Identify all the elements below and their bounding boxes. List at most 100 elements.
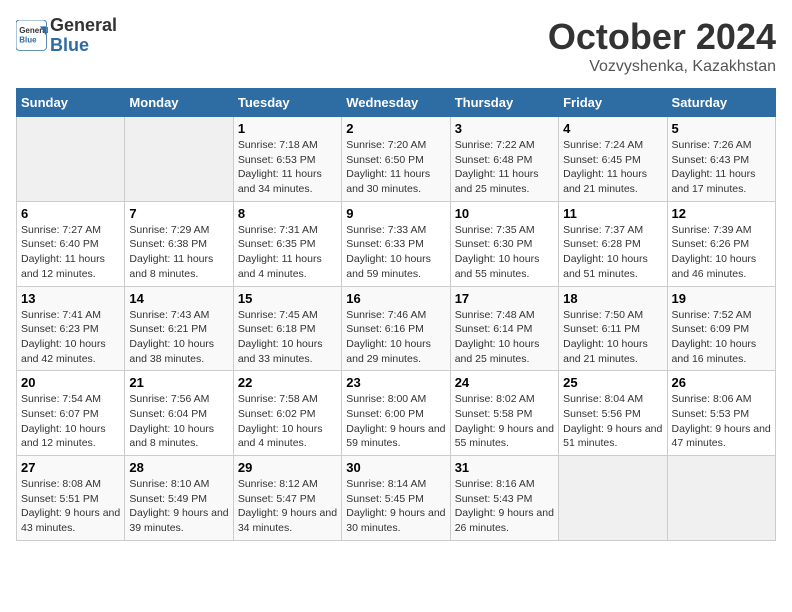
day-number: 30 — [346, 460, 445, 475]
title-block: October 2024 Vozvyshenka, Kazakhstan — [548, 16, 776, 76]
logo-text: General Blue — [50, 16, 117, 56]
day-info: Sunrise: 8:16 AMSunset: 5:43 PMDaylight:… — [455, 477, 554, 536]
week-row-2: 6 Sunrise: 7:27 AMSunset: 6:40 PMDaylight… — [17, 201, 776, 286]
day-cell — [667, 456, 775, 541]
day-cell: 28 Sunrise: 8:10 AMSunset: 5:49 PMDayligh… — [125, 456, 233, 541]
day-number: 28 — [129, 460, 228, 475]
day-cell: 9 Sunrise: 7:33 AMSunset: 6:33 PMDaylight… — [342, 201, 450, 286]
day-number: 5 — [672, 121, 771, 136]
day-number: 25 — [563, 375, 662, 390]
location: Vozvyshenka, Kazakhstan — [548, 58, 776, 76]
day-number: 8 — [238, 206, 337, 221]
day-info: Sunrise: 8:14 AMSunset: 5:45 PMDaylight:… — [346, 477, 445, 536]
day-info: Sunrise: 7:22 AMSunset: 6:48 PMDaylight:… — [455, 138, 554, 197]
day-info: Sunrise: 8:02 AMSunset: 5:58 PMDaylight:… — [455, 392, 554, 451]
day-number: 2 — [346, 121, 445, 136]
day-number: 15 — [238, 291, 337, 306]
week-row-3: 13 Sunrise: 7:41 AMSunset: 6:23 PMDayligh… — [17, 286, 776, 371]
header-cell-friday: Friday — [559, 89, 667, 117]
day-cell: 17 Sunrise: 7:48 AMSunset: 6:14 PMDayligh… — [450, 286, 558, 371]
day-info: Sunrise: 7:50 AMSunset: 6:11 PMDaylight:… — [563, 308, 662, 367]
day-cell: 19 Sunrise: 7:52 AMSunset: 6:09 PMDayligh… — [667, 286, 775, 371]
day-info: Sunrise: 8:06 AMSunset: 5:53 PMDaylight:… — [672, 392, 771, 451]
header-cell-saturday: Saturday — [667, 89, 775, 117]
day-cell — [17, 117, 125, 202]
day-number: 26 — [672, 375, 771, 390]
day-info: Sunrise: 7:18 AMSunset: 6:53 PMDaylight:… — [238, 138, 337, 197]
day-cell: 4 Sunrise: 7:24 AMSunset: 6:45 PMDaylight… — [559, 117, 667, 202]
day-number: 13 — [21, 291, 120, 306]
day-number: 18 — [563, 291, 662, 306]
day-number: 9 — [346, 206, 445, 221]
day-info: Sunrise: 7:24 AMSunset: 6:45 PMDaylight:… — [563, 138, 662, 197]
day-cell: 26 Sunrise: 8:06 AMSunset: 5:53 PMDayligh… — [667, 371, 775, 456]
day-info: Sunrise: 8:00 AMSunset: 6:00 PMDaylight:… — [346, 392, 445, 451]
day-number: 3 — [455, 121, 554, 136]
day-cell: 25Sunrise: 8:04 AMSunset: 5:56 PMDayligh… — [559, 371, 667, 456]
header-cell-tuesday: Tuesday — [233, 89, 341, 117]
header-cell-thursday: Thursday — [450, 89, 558, 117]
day-info: Sunrise: 8:12 AMSunset: 5:47 PMDaylight:… — [238, 477, 337, 536]
day-info: Sunrise: 7:27 AMSunset: 6:40 PMDaylight:… — [21, 223, 120, 282]
header-cell-monday: Monday — [125, 89, 233, 117]
day-number: 31 — [455, 460, 554, 475]
day-cell: 18 Sunrise: 7:50 AMSunset: 6:11 PMDayligh… — [559, 286, 667, 371]
day-info: Sunrise: 7:41 AMSunset: 6:23 PMDaylight:… — [21, 308, 120, 367]
day-info: Sunrise: 7:52 AMSunset: 6:09 PMDaylight:… — [672, 308, 771, 367]
day-cell: 6 Sunrise: 7:27 AMSunset: 6:40 PMDaylight… — [17, 201, 125, 286]
day-info: Sunrise: 7:33 AMSunset: 6:33 PMDaylight:… — [346, 223, 445, 282]
day-number: 24 — [455, 375, 554, 390]
calendar-table: SundayMondayTuesdayWednesdayThursdayFrid… — [16, 88, 776, 541]
day-cell: 5 Sunrise: 7:26 AMSunset: 6:43 PMDaylight… — [667, 117, 775, 202]
day-info: Sunrise: 8:08 AMSunset: 5:51 PMDaylight:… — [21, 477, 120, 536]
day-number: 6 — [21, 206, 120, 221]
day-number: 20 — [21, 375, 120, 390]
day-number: 10 — [455, 206, 554, 221]
day-cell: 3 Sunrise: 7:22 AMSunset: 6:48 PMDaylight… — [450, 117, 558, 202]
day-cell: 1 Sunrise: 7:18 AMSunset: 6:53 PMDaylight… — [233, 117, 341, 202]
day-cell: 8 Sunrise: 7:31 AMSunset: 6:35 PMDaylight… — [233, 201, 341, 286]
month-title: October 2024 — [548, 16, 776, 58]
day-cell: 15 Sunrise: 7:45 AMSunset: 6:18 PMDayligh… — [233, 286, 341, 371]
day-cell: 13 Sunrise: 7:41 AMSunset: 6:23 PMDayligh… — [17, 286, 125, 371]
day-cell: 21 Sunrise: 7:56 AMSunset: 6:04 PMDayligh… — [125, 371, 233, 456]
page-header: General Blue General Blue October 2024 V… — [16, 16, 776, 76]
day-info: Sunrise: 7:45 AMSunset: 6:18 PMDaylight:… — [238, 308, 337, 367]
logo-icon: General Blue — [16, 20, 48, 52]
day-cell: 24 Sunrise: 8:02 AMSunset: 5:58 PMDayligh… — [450, 371, 558, 456]
day-cell: 2Sunrise: 7:20 AMSunset: 6:50 PMDaylight… — [342, 117, 450, 202]
day-number: 11 — [563, 206, 662, 221]
day-cell: 16Sunrise: 7:46 AMSunset: 6:16 PMDayligh… — [342, 286, 450, 371]
day-cell: 20Sunrise: 7:54 AMSunset: 6:07 PMDayligh… — [17, 371, 125, 456]
day-cell: 23Sunrise: 8:00 AMSunset: 6:00 PMDayligh… — [342, 371, 450, 456]
day-info: Sunrise: 8:10 AMSunset: 5:49 PMDaylight:… — [129, 477, 228, 536]
header-cell-wednesday: Wednesday — [342, 89, 450, 117]
header-row: SundayMondayTuesdayWednesdayThursdayFrid… — [17, 89, 776, 117]
day-number: 19 — [672, 291, 771, 306]
day-number: 14 — [129, 291, 228, 306]
day-info: Sunrise: 7:48 AMSunset: 6:14 PMDaylight:… — [455, 308, 554, 367]
day-cell: 14 Sunrise: 7:43 AMSunset: 6:21 PMDayligh… — [125, 286, 233, 371]
day-info: Sunrise: 7:39 AMSunset: 6:26 PMDaylight:… — [672, 223, 771, 282]
day-info: Sunrise: 7:43 AMSunset: 6:21 PMDaylight:… — [129, 308, 228, 367]
day-info: Sunrise: 7:56 AMSunset: 6:04 PMDaylight:… — [129, 392, 228, 451]
day-info: Sunrise: 7:46 AMSunset: 6:16 PMDaylight:… — [346, 308, 445, 367]
week-row-5: 27Sunrise: 8:08 AMSunset: 5:51 PMDayligh… — [17, 456, 776, 541]
day-number: 22 — [238, 375, 337, 390]
svg-text:Blue: Blue — [19, 35, 37, 44]
day-info: Sunrise: 7:29 AMSunset: 6:38 PMDaylight:… — [129, 223, 228, 282]
day-number: 17 — [455, 291, 554, 306]
day-cell — [125, 117, 233, 202]
day-cell: 30 Sunrise: 8:14 AMSunset: 5:45 PMDayligh… — [342, 456, 450, 541]
day-number: 29 — [238, 460, 337, 475]
day-number: 1 — [238, 121, 337, 136]
day-number: 21 — [129, 375, 228, 390]
day-cell: 10Sunrise: 7:35 AMSunset: 6:30 PMDayligh… — [450, 201, 558, 286]
day-info: Sunrise: 7:26 AMSunset: 6:43 PMDaylight:… — [672, 138, 771, 197]
day-info: Sunrise: 7:31 AMSunset: 6:35 PMDaylight:… — [238, 223, 337, 282]
day-number: 4 — [563, 121, 662, 136]
day-cell: 12Sunrise: 7:39 AMSunset: 6:26 PMDayligh… — [667, 201, 775, 286]
header-cell-sunday: Sunday — [17, 89, 125, 117]
day-cell: 29 Sunrise: 8:12 AMSunset: 5:47 PMDayligh… — [233, 456, 341, 541]
day-info: Sunrise: 7:58 AMSunset: 6:02 PMDaylight:… — [238, 392, 337, 451]
